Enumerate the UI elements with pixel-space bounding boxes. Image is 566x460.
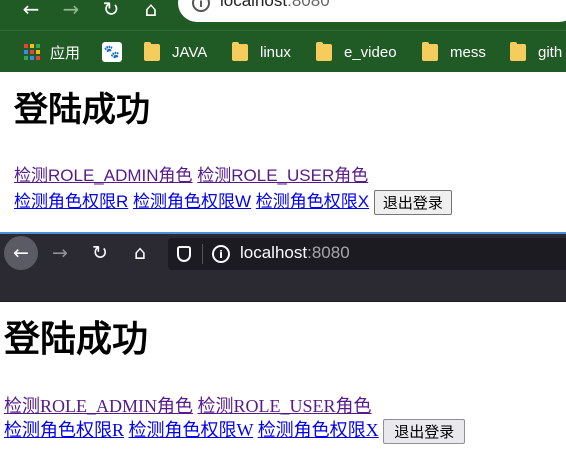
bookmark-label: linux <box>260 43 291 61</box>
bookmark-linux[interactable]: linux <box>232 40 291 64</box>
link-check-role-admin[interactable]: 检测ROLE_ADMIN角色 <box>4 396 193 416</box>
bookmarks-bar: 应用 🐾 JAVA linux e_video mess gith <box>0 30 566 72</box>
bookmark-label: e_video <box>344 43 397 61</box>
url-separator <box>202 244 203 264</box>
address-url[interactable]: localhost:8080 <box>220 0 330 11</box>
back-arrow-icon[interactable]: ← <box>4 236 38 270</box>
url-port: :8080 <box>287 0 330 10</box>
top-navigation-bar: ← → ↻ ⌂ i localhost:8080 <box>0 0 566 30</box>
link-check-role-admin[interactable]: 检测ROLE_ADMIN角色 <box>14 166 193 185</box>
link-list: 检测ROLE_ADMIN角色 检测ROLE_USER角色 检测角色权限R 检测角… <box>4 394 560 445</box>
shield-icon[interactable] <box>177 246 191 262</box>
link-check-permission-w[interactable]: 检测角色权限W <box>129 420 254 440</box>
bookmark-java[interactable]: JAVA <box>144 40 207 64</box>
link-check-permission-x[interactable]: 检测角色权限X <box>256 192 369 211</box>
bookmark-mess[interactable]: mess <box>422 40 486 64</box>
link-check-permission-r[interactable]: 检测角色权限R <box>14 192 128 211</box>
logout-button[interactable]: 退出登录 <box>383 419 466 445</box>
bookmark-baidu[interactable]: 🐾 <box>102 40 130 64</box>
url-host: localhost <box>220 0 288 10</box>
forward-arrow-icon[interactable]: → <box>44 237 76 269</box>
bookmark-label: JAVA <box>172 43 208 61</box>
address-bar[interactable]: i localhost:8080 <box>168 238 566 270</box>
forward-arrow-icon[interactable]: → <box>54 0 88 24</box>
back-arrow-icon[interactable]: ← <box>14 0 48 24</box>
folder-icon <box>144 41 160 61</box>
reload-icon[interactable]: ↻ <box>94 0 128 24</box>
baidu-paw-icon: 🐾 <box>102 42 122 62</box>
folder-icon <box>510 41 526 61</box>
bookmark-label: 应用 <box>50 44 81 62</box>
page-content: 登陆成功 检测ROLE_ADMIN角色 检测ROLE_USER角色 检测角色权限… <box>4 316 560 445</box>
page-content: 登陆成功 检测ROLE_ADMIN角色 检测ROLE_USER角色 检测角色权限… <box>14 88 554 216</box>
link-check-permission-x[interactable]: 检测角色权限X <box>258 420 379 440</box>
bookmark-github[interactable]: gith <box>510 40 562 64</box>
link-check-permission-r[interactable]: 检测角色权限R <box>4 420 124 440</box>
page-title: 登陆成功 <box>4 318 149 359</box>
address-bar[interactable]: i localhost:8080 <box>178 0 566 22</box>
bookmark-e-video[interactable]: e_video <box>316 40 397 64</box>
logout-button[interactable]: 退出登录 <box>373 190 452 216</box>
bookmark-label: mess <box>450 43 486 61</box>
info-icon[interactable]: i <box>212 245 230 263</box>
reload-icon[interactable]: ↻ <box>84 237 116 269</box>
folder-icon <box>232 41 248 61</box>
bookmark-apps[interactable]: 应用 <box>24 40 80 64</box>
url-host: localhost <box>240 243 308 262</box>
bookmark-label: gith <box>538 43 563 61</box>
info-icon[interactable]: i <box>192 0 210 12</box>
url-port: :8080 <box>307 243 350 262</box>
link-check-permission-w[interactable]: 检测角色权限W <box>133 192 251 211</box>
browser-window-top: ← → ↻ ⌂ i localhost:8080 应用 🐾 JAVA linux <box>0 0 566 232</box>
folder-icon <box>422 41 438 61</box>
folder-icon <box>316 41 332 61</box>
apps-grid-icon <box>24 44 40 60</box>
page-title: 登陆成功 <box>14 91 150 129</box>
home-icon[interactable]: ⌂ <box>134 0 168 24</box>
link-check-role-user[interactable]: 检测ROLE_USER角色 <box>198 396 372 416</box>
link-list: 检测ROLE_ADMIN角色 检测ROLE_USER角色 检测角色权限R 检测角… <box>14 163 554 216</box>
bottom-navigation-bar: ← → ↻ ⌂ i localhost:8080 <box>0 232 566 272</box>
address-url[interactable]: localhost:8080 <box>240 243 350 263</box>
home-icon[interactable]: ⌂ <box>124 237 156 269</box>
link-check-role-user[interactable]: 检测ROLE_USER角色 <box>197 166 368 185</box>
browser-window-bottom: ← → ↻ ⌂ i localhost:8080 登陆成功 检测ROLE_ADM… <box>0 232 566 460</box>
toolbar-strip <box>0 272 566 302</box>
